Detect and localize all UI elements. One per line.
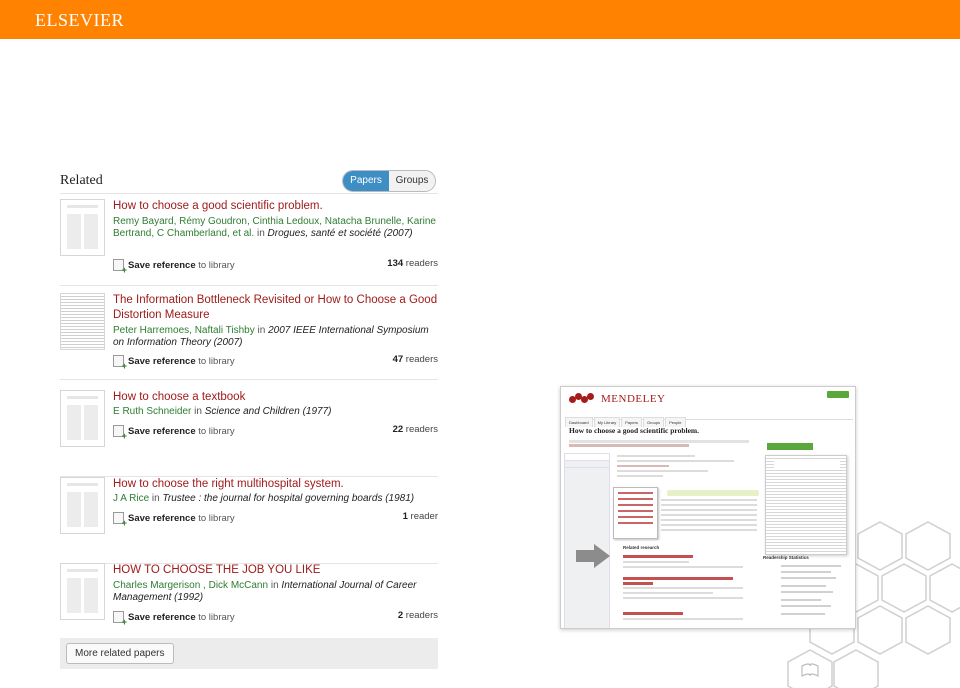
book-icon <box>801 663 819 677</box>
paper-title-link[interactable]: HOW TO CHOOSE THE JOB YOU LIKE <box>113 563 438 578</box>
mendeley-nav: Dashboard My Library Papers Groups People <box>565 411 853 427</box>
save-reference-button[interactable]: Save reference to library <box>113 355 235 371</box>
save-reference-button[interactable]: Save reference to library <box>113 611 235 627</box>
paper-authors: Charles Margerison , Dick McCann in Inte… <box>113 580 417 603</box>
paper-title-link[interactable]: How to choose a textbook <box>113 390 438 405</box>
related-header: Related Papers Groups <box>60 170 438 194</box>
author-links[interactable]: Charles Margerison , Dick McCann <box>113 580 268 591</box>
mendeley-header: MENDELEY <box>561 387 855 409</box>
paper-thumbnail <box>60 199 105 256</box>
add-document-icon <box>113 355 127 371</box>
paper-authors: Remy Bayard, Rémy Goudron, Cinthia Ledou… <box>113 216 436 239</box>
add-document-icon <box>113 611 127 627</box>
document-preview <box>765 455 847 555</box>
readers-count: 47 readers <box>392 354 438 365</box>
add-document-icon <box>113 259 127 275</box>
readers-count: 134 readers <box>387 258 438 269</box>
more-related-papers-button[interactable]: More related papers <box>66 643 174 664</box>
tab-switch: Papers Groups <box>342 170 436 192</box>
header-bar: ELSEVIER <box>0 0 960 39</box>
list-item: The Information Bottleneck Revisited or … <box>60 293 438 380</box>
paper-thumbnail <box>60 563 105 620</box>
readers-count: 2 readers <box>397 610 438 621</box>
journal-name: Drogues, santé et société (2007) <box>267 228 413 239</box>
signup-button <box>827 391 849 398</box>
paper-thumbnail <box>60 293 105 350</box>
elsevier-logo: ELSEVIER <box>35 10 124 30</box>
mendeley-paper-title: How to choose a good scientific problem. <box>569 426 700 435</box>
paper-title-link[interactable]: How to choose the right multihospital sy… <box>113 477 438 492</box>
related-panel: Related Papers Groups <box>60 170 438 194</box>
add-document-icon <box>113 425 127 441</box>
list-item: HOW TO CHOOSE THE JOB YOU LIKE Charles M… <box>60 563 438 639</box>
author-links[interactable]: J A Rice <box>113 493 149 504</box>
highlight-tooltip <box>667 490 759 496</box>
save-reference-button[interactable]: Save reference to library <box>113 512 235 528</box>
paper-authors: Peter Harremoes, Naftali Tishby in 2007 … <box>113 325 429 348</box>
mendeley-wordmark: MENDELEY <box>601 393 666 405</box>
related-research-heading: Related research <box>623 545 660 550</box>
paper-thumbnail <box>60 390 105 447</box>
dropdown-menu <box>613 487 658 539</box>
tab-groups[interactable]: Groups <box>389 171 435 191</box>
save-reference-button[interactable]: Save reference to library <box>113 259 235 275</box>
paper-authors: E Ruth Schneider in Science and Children… <box>113 406 332 417</box>
list-item: How to choose a textbook E Ruth Schneide… <box>60 390 438 477</box>
paper-authors: J A Rice in Trustee : the journal for ho… <box>113 493 415 504</box>
readership-statistics-heading: Readership Statistics <box>763 555 809 560</box>
related-title: Related <box>60 173 109 189</box>
list-item: How to choose the right multihospital sy… <box>60 477 438 564</box>
save-reference-button[interactable]: Save reference to library <box>113 425 235 441</box>
mendeley-logo-icon <box>569 393 597 405</box>
mendeley-screenshot: MENDELEY Dashboard My Library Papers Groups… <box>560 386 856 629</box>
tab-papers[interactable]: Papers <box>343 171 389 191</box>
readers-count: 22 readers <box>392 424 438 435</box>
add-document-icon <box>113 512 127 528</box>
author-links[interactable]: E Ruth Schneider <box>113 406 191 417</box>
save-pdf-button <box>767 443 813 450</box>
paper-title-link[interactable]: How to choose a good scientific problem. <box>113 199 438 214</box>
readers-count: 1 reader <box>402 511 438 522</box>
paper-title-link[interactable]: The Information Bottleneck Revisited or … <box>113 293 438 323</box>
more-bar: More related papers <box>60 638 438 669</box>
journal-name: Trustee : the journal for hospital gover… <box>162 493 415 504</box>
list-item: How to choose a good scientific problem.… <box>60 199 438 286</box>
journal-name: Science and Children (1977) <box>204 406 332 417</box>
author-links[interactable]: Peter Harremoes, Naftali Tishby <box>113 325 255 336</box>
paper-thumbnail <box>60 477 105 534</box>
mendeley-sidebar <box>564 453 610 628</box>
